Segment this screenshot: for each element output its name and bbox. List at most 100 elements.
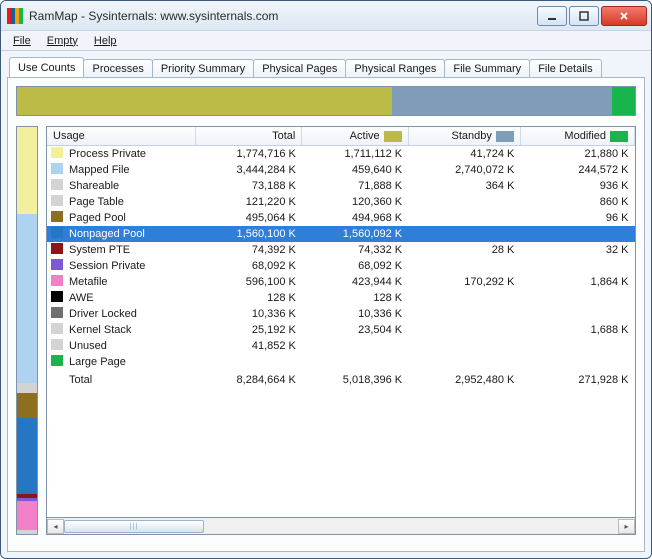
table-row[interactable]: AWE128 K128 K xyxy=(47,290,635,306)
vbar-seg-mapped-file xyxy=(17,214,37,383)
cell-modified: 936 K xyxy=(520,178,634,194)
cell-total: 74,392 K xyxy=(196,242,302,258)
table-row[interactable]: Process Private1,774,716 K1,711,112 K41,… xyxy=(47,146,635,163)
col-standby[interactable]: Standby xyxy=(408,127,520,146)
menu-help[interactable]: Help xyxy=(88,33,123,49)
cell-active: 5,018,396 K xyxy=(302,370,408,387)
vertical-usage-bar xyxy=(16,126,38,535)
cell-active: 423,944 K xyxy=(302,274,408,290)
cell-standby: 170,292 K xyxy=(408,274,520,290)
table-header-row: Usage Total Active Standby Modified xyxy=(47,127,635,146)
table-row[interactable]: Nonpaged Pool1,560,100 K1,560,092 K xyxy=(47,226,635,242)
cell-usage: Session Private xyxy=(63,258,196,274)
table-row[interactable]: System PTE74,392 K74,332 K28 K32 K xyxy=(47,242,635,258)
cell-active: 23,504 K xyxy=(302,322,408,338)
scroll-left-button[interactable]: ◂ xyxy=(47,519,64,534)
cell-total: 596,100 K xyxy=(196,274,302,290)
tab-file-details[interactable]: File Details xyxy=(529,59,601,77)
tab-panel-use-counts: Usage Total Active Standby Modified Proc… xyxy=(7,77,645,552)
tab-use-counts[interactable]: Use Counts xyxy=(9,57,84,77)
cell-usage: AWE xyxy=(63,290,196,306)
usage-table[interactable]: Usage Total Active Standby Modified Proc… xyxy=(46,126,636,518)
vbar-seg-nonpaged xyxy=(17,418,37,495)
tab-physical-ranges[interactable]: Physical Ranges xyxy=(345,59,445,77)
title-bar[interactable]: RamMap - Sysinternals: www.sysinternals.… xyxy=(1,1,651,31)
table-row[interactable]: Session Private68,092 K68,092 K xyxy=(47,258,635,274)
cell-modified: 21,880 K xyxy=(520,146,634,163)
menu-file[interactable]: File xyxy=(7,33,37,49)
cell-standby xyxy=(408,258,520,274)
vbar-seg-process-private xyxy=(17,127,37,214)
vbar-seg-metafile xyxy=(17,501,37,530)
cell-modified xyxy=(520,306,634,322)
table-row[interactable]: Page Table121,220 K120,360 K860 K xyxy=(47,194,635,210)
table-row[interactable]: Shareable73,188 K71,888 K364 K936 K xyxy=(47,178,635,194)
scroll-right-button[interactable]: ▸ xyxy=(618,519,635,534)
row-color-swatch xyxy=(51,323,63,334)
table-row-total: Total8,284,664 K5,018,396 K2,952,480 K27… xyxy=(47,370,635,387)
cell-standby xyxy=(408,306,520,322)
horizontal-usage-bar xyxy=(16,86,636,116)
table-row[interactable]: Large Page xyxy=(47,354,635,370)
row-color-swatch xyxy=(51,339,63,350)
cell-active: 494,968 K xyxy=(302,210,408,226)
tab-file-summary[interactable]: File Summary xyxy=(444,59,530,77)
row-color-swatch xyxy=(51,291,63,302)
cell-usage: Metafile xyxy=(63,274,196,290)
app-window: RamMap - Sysinternals: www.sysinternals.… xyxy=(0,0,652,559)
cell-usage: Total xyxy=(63,370,196,387)
cell-total: 68,092 K xyxy=(196,258,302,274)
cell-total: 1,560,100 K xyxy=(196,226,302,242)
col-modified[interactable]: Modified xyxy=(520,127,634,146)
col-total[interactable]: Total xyxy=(196,127,302,146)
cell-total: 73,188 K xyxy=(196,178,302,194)
minimize-button[interactable] xyxy=(537,6,567,26)
cell-modified: 271,928 K xyxy=(520,370,634,387)
cell-modified: 32 K xyxy=(520,242,634,258)
cell-usage: Process Private xyxy=(63,146,196,163)
cell-standby: 41,724 K xyxy=(408,146,520,163)
tab-priority-summary[interactable]: Priority Summary xyxy=(152,59,254,77)
cell-total: 25,192 K xyxy=(196,322,302,338)
row-color-swatch xyxy=(51,211,63,222)
tab-strip: Use CountsProcessesPriority SummaryPhysi… xyxy=(7,55,645,77)
maximize-button[interactable] xyxy=(569,6,599,26)
cell-standby xyxy=(408,354,520,370)
cell-usage: Paged Pool xyxy=(63,210,196,226)
cell-active: 1,711,112 K xyxy=(302,146,408,163)
cell-active xyxy=(302,354,408,370)
table-row[interactable]: Kernel Stack25,192 K23,504 K1,688 K xyxy=(47,322,635,338)
cell-standby xyxy=(408,210,520,226)
tab-processes[interactable]: Processes xyxy=(83,59,152,77)
close-button[interactable] xyxy=(601,6,647,26)
cell-usage: System PTE xyxy=(63,242,196,258)
scroll-track[interactable]: ||| xyxy=(64,519,618,534)
tab-physical-pages[interactable]: Physical Pages xyxy=(253,59,346,77)
cell-active: 74,332 K xyxy=(302,242,408,258)
cell-standby xyxy=(408,226,520,242)
cell-total: 8,284,664 K xyxy=(196,370,302,387)
cell-modified: 1,864 K xyxy=(520,274,634,290)
table-row[interactable]: Driver Locked10,336 K10,336 K xyxy=(47,306,635,322)
col-usage[interactable]: Usage xyxy=(47,127,196,146)
table-row[interactable]: Paged Pool495,064 K494,968 K96 K xyxy=(47,210,635,226)
menu-empty[interactable]: Empty xyxy=(41,33,84,49)
cell-modified: 1,688 K xyxy=(520,322,634,338)
horizontal-scrollbar[interactable]: ◂ ||| ▸ xyxy=(46,518,636,535)
table-row[interactable]: Metafile596,100 K423,944 K170,292 K1,864… xyxy=(47,274,635,290)
cell-total: 495,064 K xyxy=(196,210,302,226)
swatch-active xyxy=(384,131,402,142)
cell-usage: Unused xyxy=(63,338,196,354)
row-color-swatch xyxy=(51,147,63,158)
col-active[interactable]: Active xyxy=(302,127,408,146)
row-color-swatch xyxy=(51,195,63,206)
cell-total: 121,220 K xyxy=(196,194,302,210)
cell-modified: 860 K xyxy=(520,194,634,210)
hbar-seg-modified xyxy=(612,87,635,115)
table-row[interactable]: Mapped File3,444,284 K459,640 K2,740,072… xyxy=(47,162,635,178)
window-controls xyxy=(537,6,647,26)
cell-total: 1,774,716 K xyxy=(196,146,302,163)
table-row[interactable]: Unused41,852 K xyxy=(47,338,635,354)
scroll-thumb[interactable]: ||| xyxy=(64,520,204,533)
cell-modified xyxy=(520,226,634,242)
